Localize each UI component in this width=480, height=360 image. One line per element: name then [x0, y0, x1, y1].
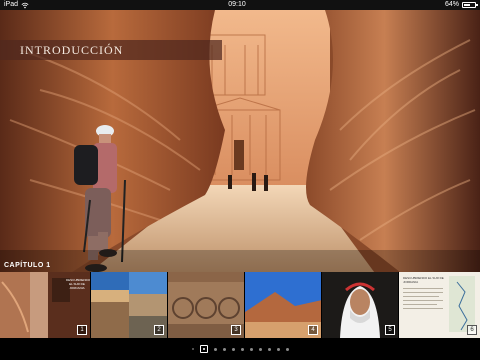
- thumb-1-doc-title: DESCUBRIENDO EL SUR DE JORDANIA: [66, 278, 91, 290]
- page-dot[interactable]: [249, 347, 253, 351]
- thumbnail-page-6[interactable]: DESCUBRIENDO EL SUR DE JORDANIA 6: [399, 272, 480, 338]
- page-dot[interactable]: [285, 347, 289, 351]
- page-dot[interactable]: [240, 347, 244, 351]
- page-number: 6: [467, 325, 477, 335]
- intro-banner[interactable]: INTRODUCCIÓN: [0, 40, 222, 60]
- thumbnail-page-1[interactable]: DESCUBRIENDO EL SUR DE JORDANIA 1: [0, 272, 91, 338]
- thumbnail-page-5[interactable]: 5: [322, 272, 399, 338]
- page-number: 3: [231, 325, 241, 335]
- thumbnail-page-4[interactable]: 4: [245, 272, 322, 338]
- battery-icon: [462, 2, 478, 8]
- thumbnail-page-3[interactable]: 3: [168, 272, 245, 338]
- thumb-6-doc-title: DESCUBRIENDO EL SUR DE JORDANIA: [403, 276, 444, 284]
- page-dot-current[interactable]: [199, 345, 208, 353]
- page-number: 1: [77, 325, 87, 335]
- battery-percent: 64%: [444, 1, 459, 8]
- wifi-icon: [21, 2, 29, 8]
- status-bar: iPad 09:10 64%: [0, 0, 480, 10]
- clock: 09:10: [228, 1, 246, 8]
- page-dot[interactable]: [258, 347, 262, 351]
- device-label: iPad: [4, 1, 19, 8]
- page-dot[interactable]: [276, 347, 280, 351]
- thumbnail-strip[interactable]: DESCUBRIENDO EL SUR DE JORDANIA 1 2 3 4 …: [0, 272, 480, 338]
- page-dot[interactable]: [191, 348, 194, 350]
- page-dot[interactable]: [231, 347, 235, 351]
- page-control[interactable]: [0, 338, 480, 360]
- page-number: 4: [308, 325, 318, 335]
- page-dot[interactable]: [267, 347, 271, 351]
- page-dot[interactable]: [222, 347, 226, 351]
- page-number: 5: [385, 325, 395, 335]
- page-number: 2: [154, 325, 164, 335]
- thumbnail-page-2[interactable]: 2: [91, 272, 168, 338]
- page-dot[interactable]: [213, 347, 217, 351]
- chapter-label: CAPÍTULO 1: [4, 262, 51, 269]
